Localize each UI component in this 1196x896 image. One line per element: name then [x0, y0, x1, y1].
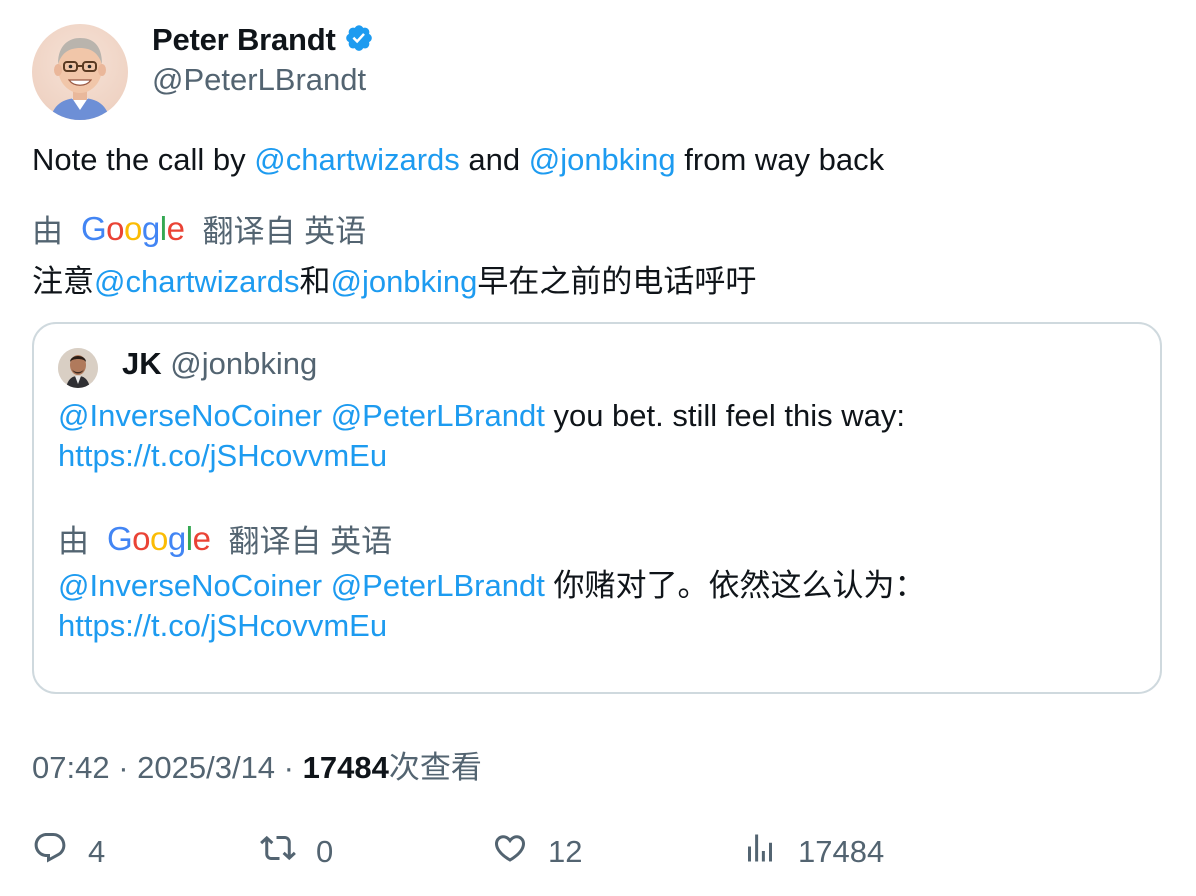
translation-by-label: 由	[32, 214, 63, 249]
quoted-author-name[interactable]: JK	[122, 346, 162, 381]
like-button[interactable]: 12	[492, 830, 582, 874]
tweet-meta: 07:42 · 2025/3/14 · 17484次查看	[32, 742, 482, 787]
google-logo: Google	[81, 209, 185, 247]
meta-separator: ·	[275, 750, 303, 785]
views-count: 17484	[798, 834, 885, 869]
quoted-tweet-card[interactable]: JK @jonbking @InverseNoCoiner @PeterLBra…	[32, 322, 1162, 694]
mention-link[interactable]: @InverseNoCoiner	[58, 568, 322, 603]
tweet-text-part: from way back	[675, 142, 885, 177]
repost-icon	[260, 830, 296, 874]
mention-link[interactable]: @InverseNoCoiner	[58, 398, 322, 433]
author-avatar[interactable]	[32, 24, 128, 120]
quoted-author-avatar[interactable]	[58, 348, 98, 388]
mention-link[interactable]: @PeterLBrandt	[331, 568, 545, 603]
tweet-text-part: and	[459, 142, 529, 177]
tweet-date[interactable]: 2025/3/14	[137, 750, 275, 785]
translated-text: 注意@chartwizards和@jonbking早在之前的电话呼吁	[32, 256, 756, 301]
url-link[interactable]: https://t.co/jSHcovvmEu	[58, 438, 387, 473]
translated-text-part: 注意	[32, 264, 94, 299]
reply-count: 4	[88, 834, 106, 869]
view-count-label: 次查看	[388, 750, 482, 785]
view-count: 17484	[302, 750, 389, 785]
tweet-text-part: Note the call by	[32, 142, 255, 177]
url-link[interactable]: https://t.co/jSHcovvmEu	[58, 608, 387, 643]
reply-button[interactable]: 4	[32, 830, 105, 874]
mention-link[interactable]: @jonbking	[330, 264, 477, 299]
tweet-time[interactable]: 07:42	[32, 750, 110, 785]
reply-icon	[32, 830, 68, 874]
author-name[interactable]: Peter Brandt	[152, 22, 336, 58]
verified-badge-icon	[344, 23, 374, 58]
mention-link[interactable]: @jonbking	[529, 142, 676, 177]
quoted-author-header[interactable]: JK @jonbking	[122, 346, 317, 382]
translation-by-label: 由	[58, 524, 89, 559]
translation-from-label[interactable]: 翻译自 英语	[228, 516, 392, 561]
translation-from-label[interactable]: 翻译自 英语	[202, 206, 366, 251]
translated-text-part: 和	[299, 264, 331, 299]
repost-button[interactable]: 0	[260, 830, 333, 874]
quoted-translation-attribution: 由 Google 翻译自 英语	[58, 516, 392, 561]
translated-text-part: 早在之前的电话呼吁	[477, 264, 757, 299]
author-name-row[interactable]: Peter Brandt	[152, 22, 374, 58]
quoted-author-handle[interactable]: @jonbking	[170, 346, 317, 381]
author-handle[interactable]: @PeterLBrandt	[152, 62, 366, 98]
mention-link[interactable]: @chartwizards	[254, 142, 459, 177]
mention-link[interactable]: @chartwizards	[94, 264, 299, 299]
quoted-tweet-text: @InverseNoCoiner @PeterLBrandt you bet. …	[58, 396, 905, 476]
repost-count: 0	[316, 834, 334, 869]
views-chart-icon	[742, 830, 778, 874]
mention-link[interactable]: @PeterLBrandt	[331, 398, 545, 433]
translation-attribution: 由 Google 翻译自 英语	[32, 206, 366, 251]
meta-separator: ·	[109, 750, 138, 785]
tweet-text: Note the call by @chartwizards and @jonb…	[32, 142, 884, 178]
quoted-text-part: you bet. still feel this way:	[544, 398, 905, 433]
views-button[interactable]: 17484	[742, 830, 884, 874]
google-logo: Google	[107, 519, 211, 557]
heart-icon	[492, 830, 528, 874]
like-count: 12	[548, 834, 583, 869]
quoted-translated-text: @InverseNoCoiner @PeterLBrandt 你赌对了。依然这么…	[58, 566, 925, 646]
quoted-translated-part: 你赌对了。依然这么认为：	[544, 568, 926, 603]
